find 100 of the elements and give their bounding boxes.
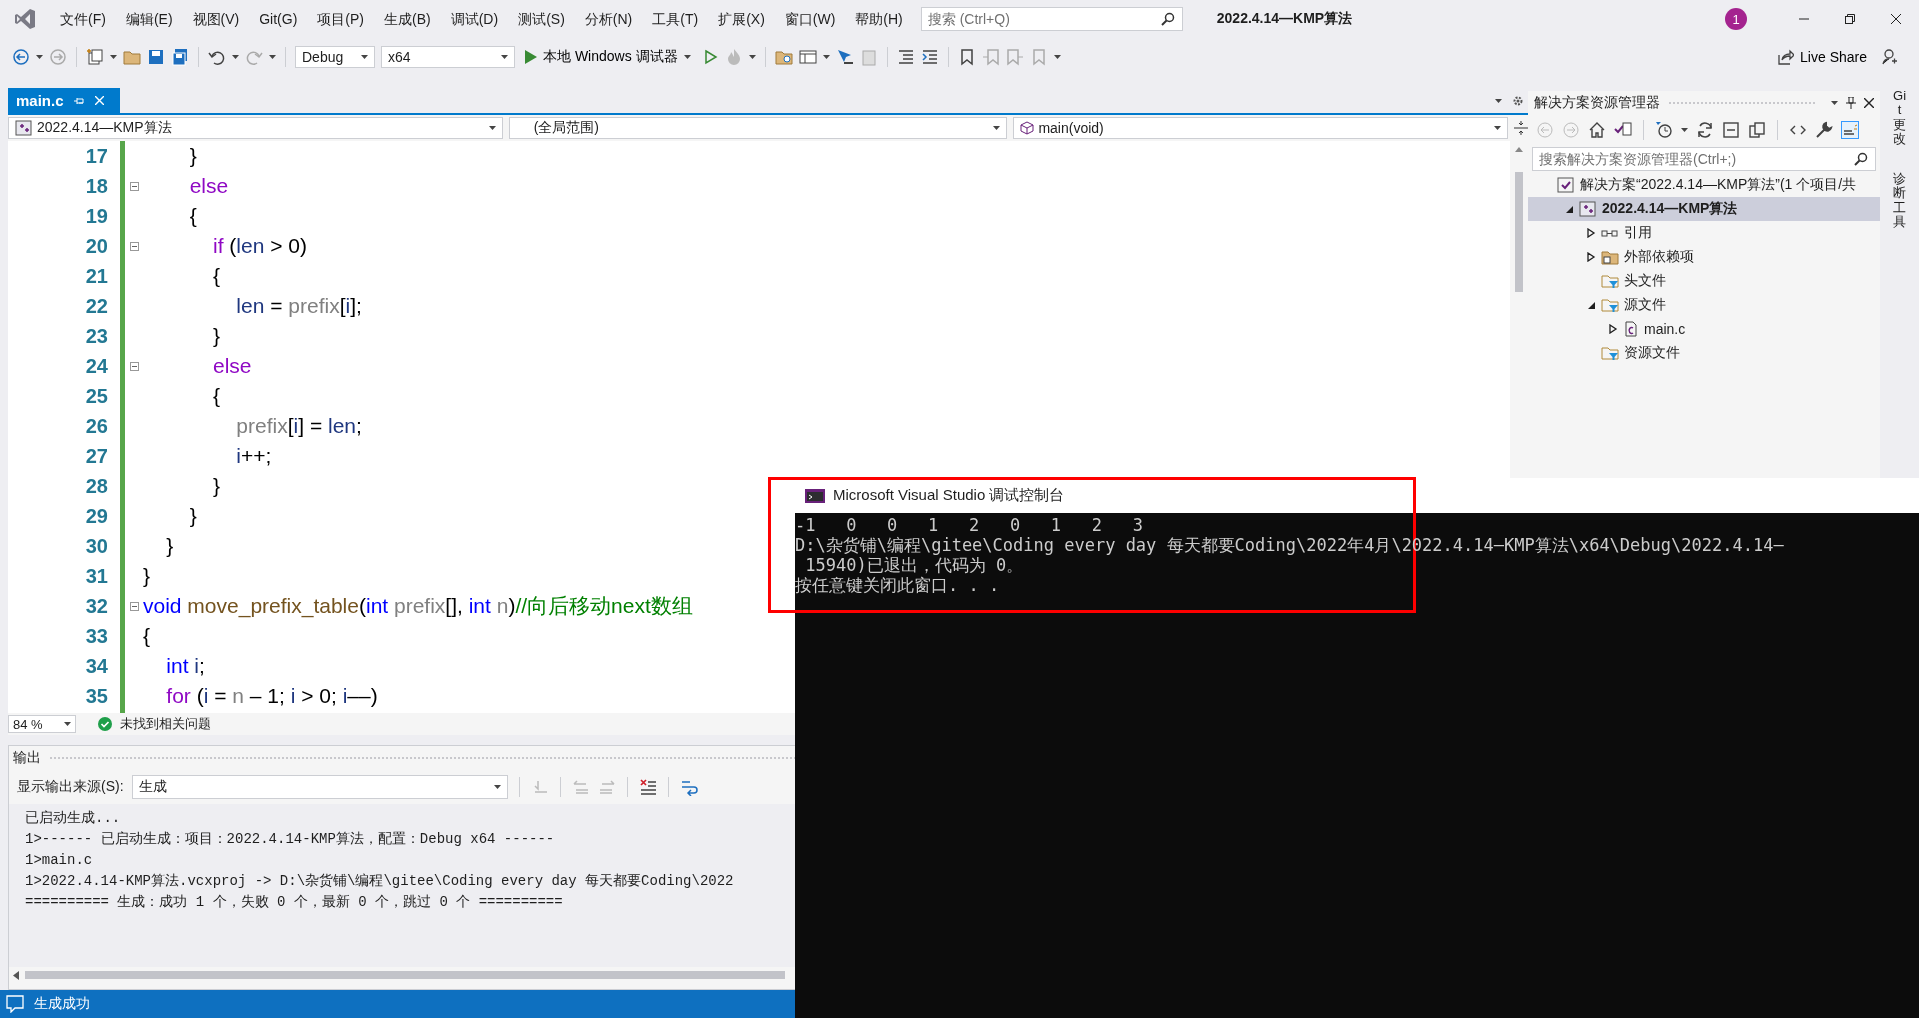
tree-item[interactable]: 资源文件 [1528,341,1881,365]
menu-item[interactable]: 扩展(X) [708,6,775,32]
solution-view-icon[interactable] [1614,121,1632,139]
tree-item[interactable]: 2022.4.14—KMP算法 [1528,197,1881,221]
expanded-arrow-icon[interactable] [1586,300,1596,310]
menu-item[interactable]: 测试(S) [508,6,575,32]
comment-lines-icon[interactable] [920,47,939,66]
side-tab[interactable]: 诊断工具 [1893,172,1907,230]
dropdown-icon [1495,98,1502,103]
source-dropdown[interactable]: 生成 [131,775,508,799]
word-wrap-icon[interactable] [679,778,698,796]
scroll-left-icon[interactable] [13,970,19,980]
collapsed-arrow-icon[interactable] [1586,252,1596,262]
menu-item[interactable]: 窗口(W) [774,6,846,32]
collapsed-arrow-icon[interactable] [1608,324,1618,334]
solution-icon [1557,177,1575,193]
line-number: 27 [84,444,109,469]
clipboard-icon[interactable] [859,47,878,66]
pin-icon[interactable] [1846,97,1857,109]
caret-icon [232,54,239,59]
output-line: 已启动生成... [25,809,121,828]
tree-item[interactable]: 解决方案“2022.4.14—KMP算法”(1 个项目/共 [1528,173,1881,197]
indent-icon[interactable] [896,47,915,66]
split-icon[interactable] [1514,121,1528,135]
close-icon[interactable] [1864,98,1875,108]
menu-item[interactable]: 文件(F) [50,6,116,32]
dropdown-icon [1831,101,1839,105]
member-dropdown[interactable]: main(void) [1013,117,1509,139]
line-number: 22 [84,294,109,319]
caret-icon [822,54,830,59]
collapse-all-icon[interactable] [1722,121,1740,139]
feedback-icon[interactable] [1881,47,1899,66]
clear-all-icon[interactable] [638,778,657,796]
notification-badge[interactable]: 1 [1725,8,1747,30]
save-icon[interactable] [147,47,165,66]
scrollbar-thumb[interactable] [25,971,785,979]
menu-item[interactable]: 编辑(E) [115,6,183,32]
tree-item[interactable]: 引用 [1528,221,1881,245]
code-line: { [143,623,150,649]
history-icon[interactable] [1655,121,1673,139]
settings-icon[interactable] [1512,94,1524,107]
search-field[interactable]: 搜索解决方案资源管理器(Ctrl+;) [1532,147,1877,171]
collapse-icon[interactable] [129,241,139,251]
console-line: 按任意键关闭此窗口. . . [795,575,1000,595]
caret-icon [110,54,117,59]
caret-icon [36,54,43,59]
scope-dropdown[interactable]: (全局范围) [508,117,1008,139]
scroll-up-icon[interactable] [1515,147,1523,152]
expanded-arrow-icon[interactable] [1564,204,1574,214]
zoom-dropdown[interactable]: 84 % [8,715,76,733]
line-number: 31 [84,564,109,589]
copy-icon[interactable] [1748,121,1766,139]
collapse-icon[interactable] [129,361,139,371]
new-item-icon[interactable] [86,47,104,66]
line-number: 26 [84,414,109,439]
scrollbar-thumb[interactable] [1515,172,1523,292]
folder-icon [1601,249,1619,265]
tree-item[interactable]: main.c [1528,317,1881,341]
search-field[interactable]: 搜索 (Ctrl+Q) [920,7,1183,31]
menu-item[interactable]: 工具(T) [642,6,709,32]
menu-item[interactable]: 项目(P) [307,6,374,32]
caret-icon [1681,128,1688,132]
issues-status: 未找到相关问题 [120,715,211,733]
side-tab[interactable]: Git 更改 [1893,89,1907,147]
line-number: 25 [84,384,109,409]
tree-item[interactable]: 源文件 [1528,293,1881,317]
cursor-icon[interactable] [835,47,854,66]
menu-item[interactable]: 生成(B) [374,6,441,32]
caret-icon [361,54,368,59]
code-line: } [188,143,197,169]
tree-item[interactable]: 外部依赖项 [1528,245,1881,269]
menu-item[interactable]: Git(G) [249,6,308,32]
wrench-icon[interactable] [1815,121,1833,139]
menu-item[interactable]: 分析(N) [574,6,643,32]
menu-item[interactable]: 帮助(H) [845,6,913,32]
menu-item[interactable]: 视图(V) [182,6,250,32]
live-share-button[interactable]: Live Share [1770,48,1875,65]
code-line: if (len > 0) [212,233,307,259]
tree-item[interactable]: 头文件 [1528,269,1881,293]
collapsed-arrow-icon[interactable] [1586,228,1596,238]
source-label: 显示输出来源(S): [17,778,124,796]
refresh-icon[interactable] [1696,121,1714,139]
console-line: 15940)已退出，代码为 0。 [804,555,1024,575]
close-icon [1891,14,1901,24]
run-button[interactable]: 本地 Windows 调试器 [521,44,695,69]
preview-icon[interactable] [1841,121,1859,139]
save-all-icon[interactable] [171,47,189,66]
collapse-icon[interactable] [129,601,139,611]
project-dropdown[interactable]: 2022.4.14—KMP算法 [8,117,503,139]
configuration-dropdown[interactable]: Debug [295,45,375,68]
back-icon[interactable] [12,47,30,66]
collapse-icon[interactable] [129,181,139,191]
chat-icon[interactable] [6,995,24,1013]
restore-icon [1845,14,1855,24]
platform-dropdown[interactable]: x64 [381,45,515,68]
menu-item[interactable]: 调试(D) [440,6,509,32]
window-layout-icon[interactable] [798,47,817,66]
line-number: 24 [84,354,109,379]
line-number: 19 [84,204,109,229]
home-icon[interactable] [1588,121,1606,139]
